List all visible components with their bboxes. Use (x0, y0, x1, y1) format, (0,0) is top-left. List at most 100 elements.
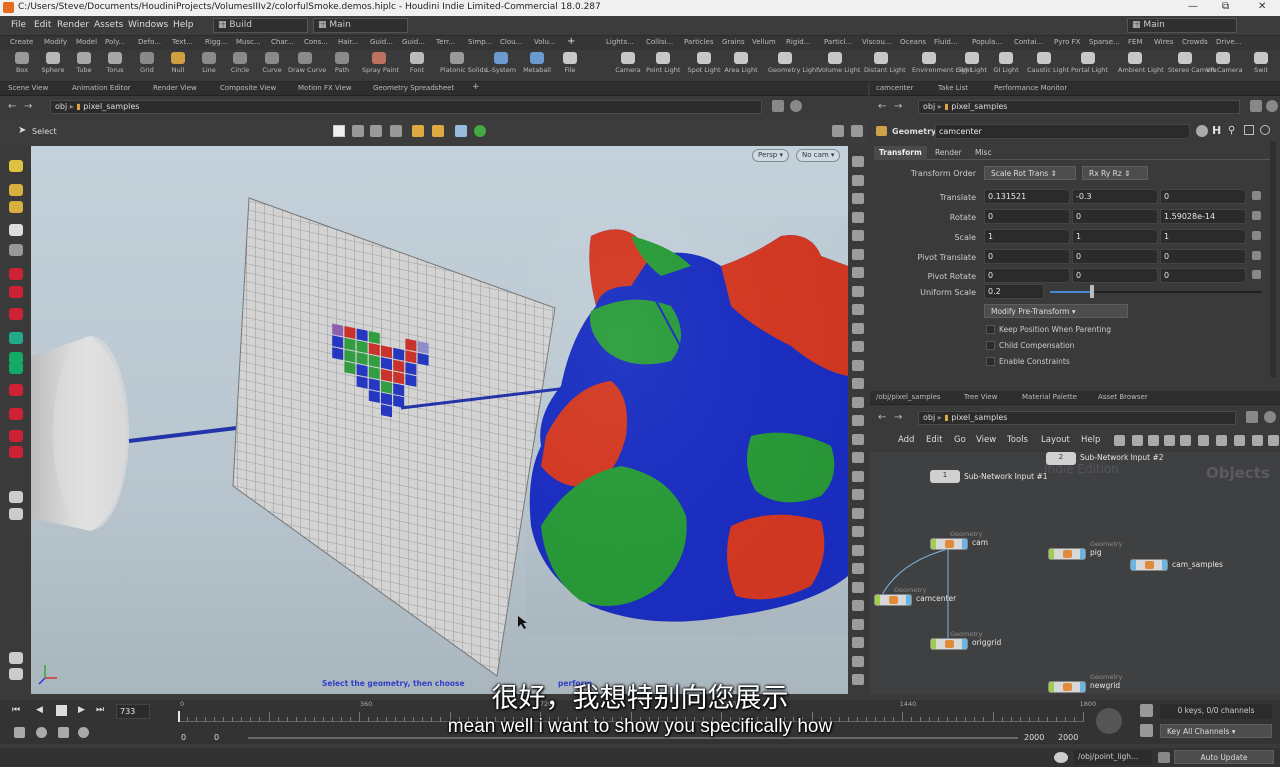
shelf-tab[interactable]: Model (76, 38, 97, 46)
keep-position-checkbox[interactable] (986, 325, 995, 334)
network-tool-icon[interactable] (1268, 435, 1279, 446)
param-pin-icon[interactable] (1250, 100, 1262, 112)
display-option-icon[interactable] (852, 174, 864, 186)
node-name-field[interactable]: camcenter (935, 124, 1190, 139)
net-back-icon[interactable]: ← (878, 412, 886, 423)
viewport-tool-icon[interactable] (9, 430, 23, 442)
tool-button[interactable]: Grid (130, 52, 164, 74)
display-option-icon[interactable] (852, 563, 864, 574)
light-tool-button[interactable]: Sky Light (955, 52, 989, 74)
shelf-tab[interactable]: Fluid... (934, 38, 957, 46)
shelf-tab[interactable]: Popula... (972, 38, 1002, 46)
display-option-icon[interactable] (852, 507, 864, 519)
display-option-icon[interactable] (852, 526, 864, 537)
shelf-tab[interactable]: Rigid... (786, 38, 810, 46)
param-scrollbar[interactable] (1270, 141, 1276, 377)
network-pane-tab[interactable]: Tree View (964, 393, 997, 401)
tool-button[interactable]: Torus (98, 52, 132, 74)
display-option-icon[interactable] (852, 211, 864, 223)
search-icon[interactable]: ⚲ (1228, 125, 1235, 136)
link-icon[interactable] (790, 100, 802, 112)
shelf-tab[interactable]: Defo... (138, 38, 161, 46)
display-option-icon[interactable] (852, 285, 864, 297)
tool-button[interactable]: Font (400, 52, 434, 74)
tool-button[interactable]: Draw Curve (288, 52, 326, 74)
light-tool-button[interactable]: Ambient Light (1118, 52, 1164, 74)
shelf-tab[interactable]: Modify (44, 38, 67, 46)
transform-order-menu[interactable]: Scale Rot Trans ⇕ (984, 166, 1076, 180)
pin-icon[interactable] (772, 100, 784, 112)
channel-icon[interactable] (1252, 231, 1261, 240)
viewer-tab[interactable]: Geometry Spreadsheet (373, 84, 454, 92)
network-node-origgrid[interactable] (930, 638, 968, 650)
help-h-icon[interactable]: H (1212, 124, 1221, 137)
network-tool-icon[interactable] (1252, 435, 1263, 446)
light-tool-button[interactable]: Caustic Light (1027, 52, 1069, 74)
status-path[interactable]: /obj/point_ligh... (1074, 750, 1152, 765)
viewport-tool-icon[interactable] (9, 224, 23, 236)
render-flag[interactable] (1162, 560, 1167, 570)
viewer-tab[interactable]: Motion FX View (298, 84, 352, 92)
tool-button[interactable]: Curve (255, 52, 289, 74)
shelf-tab[interactable]: Pyro FX (1054, 38, 1080, 46)
display-option-icon[interactable] (852, 396, 864, 408)
viewport-tool-icon[interactable] (9, 308, 23, 320)
translate-field[interactable]: 0 (1160, 189, 1246, 204)
shelf-tab[interactable]: Simp... (468, 38, 492, 46)
viewport-tool-icon[interactable] (9, 508, 23, 520)
translate-field[interactable]: -0.3 (1072, 189, 1158, 204)
shelf-tab[interactable]: Clou... (500, 38, 522, 46)
network-editor[interactable]: Objects Indie Edition 1 Sub-Network Inpu… (870, 452, 1280, 694)
network-menu-item[interactable]: Edit (926, 435, 942, 445)
network-tool-icon[interactable] (1180, 435, 1191, 446)
update-mode-icon[interactable] (1158, 752, 1170, 763)
laser-select-icon[interactable] (390, 125, 402, 137)
net-pin-icon[interactable] (1246, 411, 1258, 423)
shelf-tab[interactable]: Cons... (304, 38, 328, 46)
light-tool-button[interactable]: Portal Light (1071, 52, 1108, 74)
rotate-field[interactable]: 1.59028e-14 (1160, 209, 1246, 224)
display-option-icon[interactable] (852, 452, 864, 463)
network-tool-icon[interactable] (1114, 435, 1125, 446)
viewer-tab[interactable]: Scene View (8, 84, 48, 92)
channel-icon[interactable] (1252, 251, 1261, 260)
shelf-tab[interactable]: Sparse... (1089, 38, 1120, 46)
display-flag[interactable] (1049, 549, 1054, 559)
viewport-tool-icon[interactable] (9, 491, 23, 503)
shelf-tab[interactable]: Guid... (402, 38, 425, 46)
network-tool-icon[interactable] (1148, 435, 1159, 446)
display-option-icon[interactable] (852, 248, 864, 260)
gear-icon[interactable] (1196, 125, 1208, 137)
network-menu-item[interactable]: Help (1081, 435, 1100, 445)
desktop-dropdown[interactable]: ▦ Main (313, 18, 408, 33)
shelf-tab[interactable]: Rigg... (205, 38, 227, 46)
shelf-tab[interactable]: Lights... (606, 38, 634, 46)
network-node-cam-samples[interactable] (1130, 559, 1168, 571)
back-arrow-icon[interactable]: ← (8, 101, 16, 112)
shelf-tab[interactable]: Collisi... (646, 38, 673, 46)
light-tool-button[interactable]: Area Light (724, 52, 758, 74)
channel-icon[interactable] (1252, 270, 1261, 279)
network-menu-item[interactable]: View (976, 435, 996, 445)
param-pane-tab[interactable]: Take List (938, 84, 968, 92)
geometry-select-icon[interactable] (432, 125, 444, 137)
menu-help[interactable]: Help (173, 20, 194, 30)
display-option-icon[interactable] (852, 655, 864, 667)
viewer-path-field[interactable]: obj ▸ ▮ pixel_samples (50, 100, 762, 114)
shelf-tab[interactable]: Text... (172, 38, 193, 46)
display-option-icon[interactable] (852, 359, 864, 371)
light-tool-button[interactable]: Geometry Light (768, 52, 819, 74)
shelf-tab[interactable]: Musc... (236, 38, 261, 46)
pivot-translate-field[interactable]: 0 (1160, 249, 1246, 264)
tool-button[interactable]: L-System (484, 52, 518, 74)
viewer-options-icon[interactable] (832, 125, 844, 137)
viewport-tool-icon[interactable] (9, 160, 23, 172)
object-select-icon[interactable] (412, 125, 424, 137)
channel-icon[interactable] (1252, 211, 1261, 220)
light-tool-button[interactable]: Stereo Camera (1168, 52, 1217, 74)
viewport-tool-icon[interactable] (9, 362, 23, 374)
world-select-icon[interactable] (474, 125, 486, 137)
dynamics-select-icon[interactable] (455, 125, 467, 137)
uniform-scale-handle[interactable] (1090, 285, 1094, 298)
viewport-tool-icon[interactable] (9, 384, 23, 396)
